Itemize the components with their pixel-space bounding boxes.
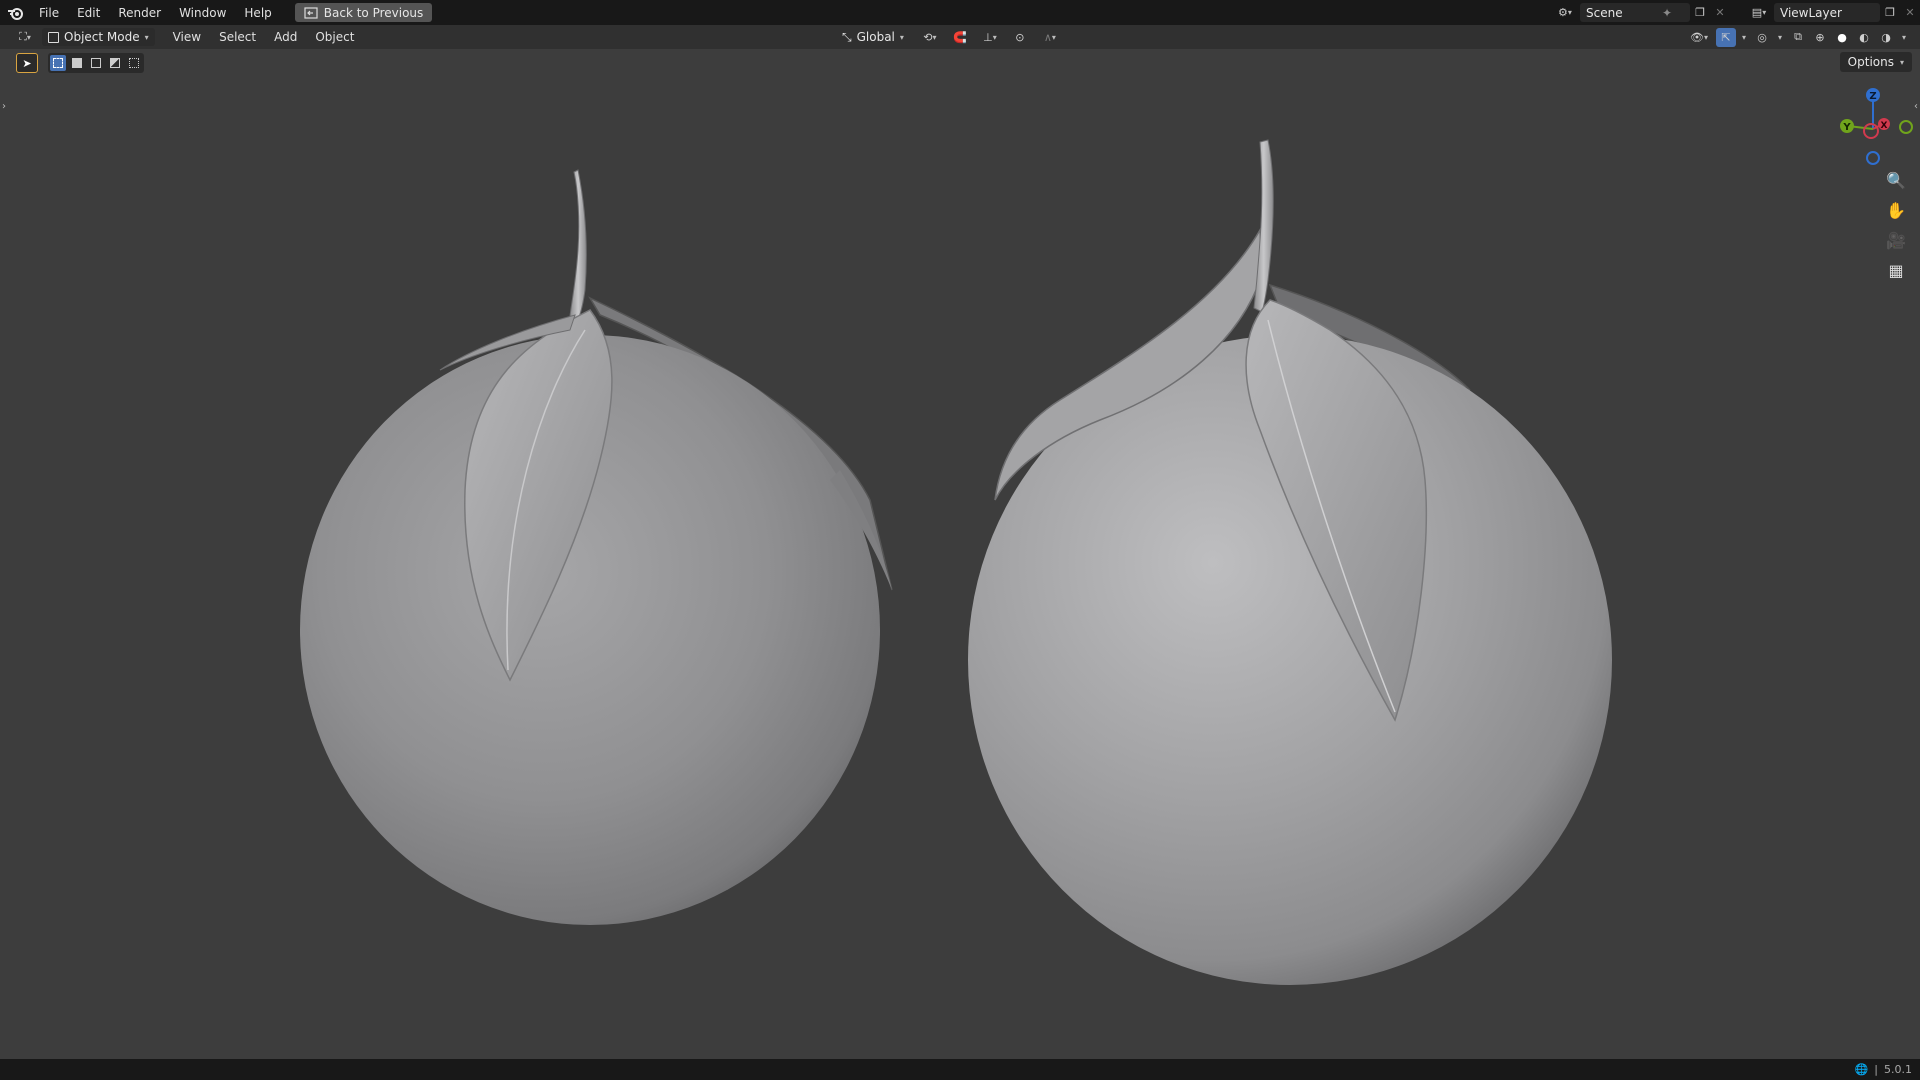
left-stem — [569, 169, 587, 321]
pin-icon[interactable]: ✦ — [1662, 6, 1672, 20]
xray-toggle-icon[interactable]: ⧉ — [1788, 28, 1808, 47]
gizmo-y-label: Y — [1842, 122, 1851, 133]
menu-file[interactable]: File — [30, 0, 68, 25]
new-view-layer-icon[interactable]: ❐ — [1880, 3, 1900, 22]
menu-window[interactable]: Window — [170, 0, 235, 25]
gizmo-menu-icon[interactable]: ▾ — [1738, 28, 1750, 47]
options-label: Options — [1847, 55, 1894, 69]
select-intersect-icon[interactable] — [126, 55, 142, 71]
gizmo-neg-y-axis[interactable] — [1899, 120, 1913, 134]
version-label: 5.0.1 — [1884, 1063, 1912, 1076]
tool-row: ➤ — [16, 53, 144, 73]
view-layer-selector[interactable]: ViewLayer — [1774, 3, 1880, 22]
chevron-down-icon: ▾ — [144, 32, 149, 42]
selection-mode-group — [48, 53, 144, 73]
right-fruit[interactable] — [968, 139, 1612, 985]
wireframe-shading-icon[interactable]: ⊕ — [1810, 28, 1830, 47]
back-icon — [304, 6, 318, 19]
falloff-icon[interactable]: ∧ ▾ — [1036, 28, 1064, 47]
options-dropdown[interactable]: Options ▾ — [1839, 52, 1912, 72]
main-menu: File Edit Render Window Help Back to Pre… — [0, 0, 433, 25]
topbar-right: ⚙ ▾ Scene ✦ ❐ ✕ ▤ ▾ ViewLayer ❐ ✕ — [1550, 0, 1920, 25]
header-center: ⤡ Global ▾ ⟲ ▾ 🧲 ⊥ ▾ ⊙ ∧ ▾ — [836, 25, 1064, 49]
overlay-toggle-icon[interactable]: ◎ — [1752, 28, 1772, 47]
proportional-edit-icon[interactable]: ⊙ — [1010, 28, 1030, 47]
scene-browse-icon[interactable]: ⚙ ▾ — [1550, 3, 1580, 22]
solid-shading-icon[interactable]: ● — [1832, 28, 1852, 47]
visibility-icon[interactable]: 👁 ▾ — [1684, 28, 1714, 47]
shading-menu-icon[interactable]: ▾ — [1898, 28, 1910, 47]
view-layer-name: ViewLayer — [1780, 5, 1842, 20]
editor-type-icon[interactable]: ⛶ ▾ — [10, 28, 40, 47]
gizmo-x-label: X — [1881, 121, 1888, 131]
toolbar-expand-arrow[interactable]: › — [2, 101, 6, 112]
select-invert-icon[interactable] — [107, 55, 123, 71]
object-mode-icon — [48, 31, 59, 43]
viewport-header: ⛶ ▾ Object Mode ▾ View Select Add Object … — [0, 25, 1920, 49]
back-button-label: Back to Previous — [323, 5, 424, 20]
pan-hand-icon[interactable]: ✋ — [1884, 198, 1908, 222]
scene-name: Scene — [1586, 5, 1623, 20]
mode-selector[interactable]: Object Mode ▾ — [42, 28, 155, 46]
delete-view-layer-icon[interactable]: ✕ — [1900, 3, 1920, 22]
scene-render — [300, 139, 1612, 985]
delete-scene-icon[interactable]: ✕ — [1710, 3, 1730, 22]
gizmo-z-label: Z — [1869, 91, 1876, 102]
orientation-label: Global — [856, 30, 895, 44]
chevron-down-icon: ▾ — [899, 32, 904, 42]
pivot-point-icon[interactable]: ⟲ ▾ — [916, 28, 944, 47]
select-new-icon[interactable] — [50, 55, 66, 71]
camera-view-icon[interactable]: 🎥 — [1884, 228, 1908, 252]
zoom-icon[interactable]: 🔍 — [1884, 168, 1908, 192]
chevron-down-icon: ▾ — [1899, 57, 1904, 67]
menu-object[interactable]: Object — [307, 30, 362, 44]
status-bar: 🌐 | 5.0.1 — [0, 1059, 1920, 1080]
select-subtract-icon[interactable] — [88, 55, 104, 71]
menu-help[interactable]: Help — [235, 0, 280, 25]
menu-select[interactable]: Select — [211, 30, 264, 44]
gizmo-neg-x-axis[interactable] — [1863, 123, 1879, 139]
network-icon: 🌐 — [1854, 1063, 1869, 1076]
gizmo-neg-z-axis[interactable] — [1866, 151, 1880, 165]
perspective-toggle-icon[interactable]: ▦ — [1884, 258, 1908, 282]
material-shading-icon[interactable]: ◐ — [1854, 28, 1874, 47]
back-to-previous-button[interactable]: Back to Previous — [294, 3, 433, 22]
view-layer-browse-icon[interactable]: ▤ ▾ — [1744, 3, 1774, 22]
3d-viewport[interactable]: › ‹ — [0, 49, 1920, 1059]
navigation-gizmo[interactable]: Z Y X — [1828, 84, 1918, 174]
blender-logo-icon[interactable] — [6, 3, 26, 23]
header-right: 👁 ▾ ⇱ ▾ ◎ ▾ ⧉ ⊕ ● ◐ ◑ ▾ — [1684, 25, 1910, 49]
overlay-menu-icon[interactable]: ▾ — [1774, 28, 1786, 47]
menu-add[interactable]: Add — [266, 30, 305, 44]
menu-edit[interactable]: Edit — [68, 0, 109, 25]
blender-window: File Edit Render Window Help Back to Pre… — [0, 0, 1920, 1080]
transform-orientation-selector[interactable]: ⤡ Global ▾ — [836, 28, 910, 46]
top-bar: File Edit Render Window Help Back to Pre… — [0, 0, 1920, 25]
menu-render[interactable]: Render — [109, 0, 170, 25]
mode-label: Object Mode — [64, 30, 140, 44]
menu-view[interactable]: View — [165, 30, 209, 44]
left-fruit[interactable] — [300, 169, 893, 925]
header-left: ⛶ ▾ Object Mode ▾ View Select Add Object — [0, 25, 362, 49]
rendered-shading-icon[interactable]: ◑ — [1876, 28, 1896, 47]
scene-selector[interactable]: Scene ✦ — [1580, 3, 1690, 22]
orientation-icon: ⤡ — [842, 29, 852, 44]
snap-toggle-icon[interactable]: 🧲 — [950, 28, 970, 47]
gizmo-toggle-icon[interactable]: ⇱ — [1716, 27, 1736, 47]
status-separator: | — [1874, 1063, 1878, 1076]
snap-target-icon[interactable]: ⊥ ▾ — [976, 28, 1004, 47]
new-scene-icon[interactable]: ❐ — [1690, 3, 1710, 22]
select-extend-icon[interactable] — [69, 55, 85, 71]
select-tool-icon[interactable]: ➤ — [16, 53, 38, 73]
